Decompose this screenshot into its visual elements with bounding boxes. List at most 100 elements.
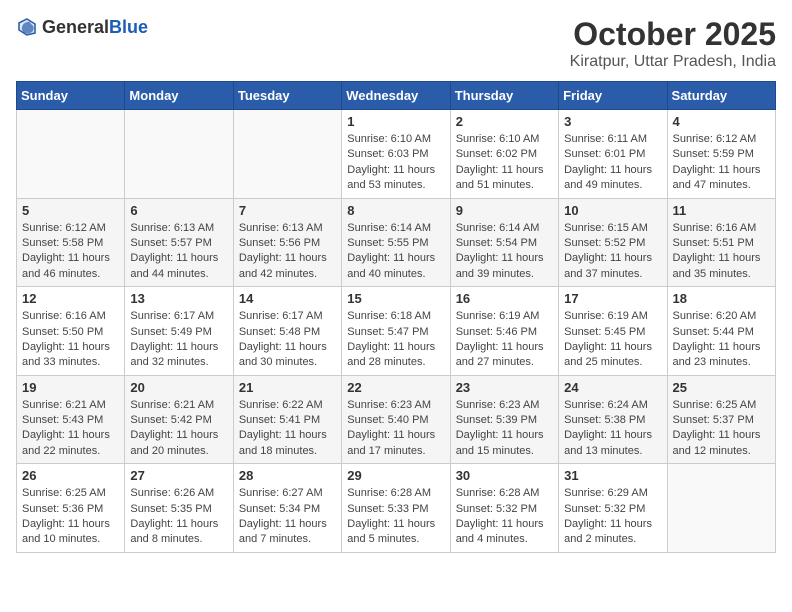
title-area: October 2025 Kiratpur, Uttar Pradesh, In…	[570, 16, 776, 71]
day-number: 1	[347, 114, 444, 129]
calendar-day-cell: 7 Sunrise: 6:13 AMSunset: 5:56 PMDaylight…	[233, 198, 341, 287]
day-info: Sunrise: 6:28 AMSunset: 5:32 PMDaylight:…	[456, 486, 553, 548]
location-title: Kiratpur, Uttar Pradesh, India	[570, 53, 776, 71]
calendar-table: SundayMondayTuesdayWednesdayThursdayFrid…	[16, 81, 776, 553]
calendar-day-cell: 13 Sunrise: 6:17 AMSunset: 5:49 PMDayligh…	[125, 287, 233, 376]
calendar-week-row: 26Sunrise: 6:25 AMSunset: 5:36 PMDayligh…	[17, 464, 776, 553]
calendar-day-cell	[233, 110, 341, 199]
calendar-day-cell: 3Sunrise: 6:11 AMSunset: 6:01 PMDaylight…	[559, 110, 667, 199]
day-number: 4	[673, 114, 770, 129]
calendar-week-row: 5 Sunrise: 6:12 AMSunset: 5:58 PMDaylight…	[17, 198, 776, 287]
calendar-day-cell: 8Sunrise: 6:14 AMSunset: 5:55 PMDaylight…	[342, 198, 450, 287]
calendar-day-cell: 6 Sunrise: 6:13 AMSunset: 5:57 PMDaylight…	[125, 198, 233, 287]
day-number: 20	[130, 380, 227, 395]
day-info: Sunrise: 6:12 AMSunset: 5:58 PMDaylight:…	[22, 221, 119, 283]
weekday-header-cell: Wednesday	[342, 82, 450, 110]
calendar-day-cell: 21 Sunrise: 6:22 AMSunset: 5:41 PMDayligh…	[233, 375, 341, 464]
day-info: Sunrise: 6:10 AMSunset: 6:03 PMDaylight:…	[347, 132, 444, 194]
day-number: 31	[564, 468, 661, 483]
day-number: 13	[130, 291, 227, 306]
calendar-day-cell: 17Sunrise: 6:19 AMSunset: 5:45 PMDayligh…	[559, 287, 667, 376]
calendar-day-cell: 10 Sunrise: 6:15 AMSunset: 5:52 PMDayligh…	[559, 198, 667, 287]
day-number: 3	[564, 114, 661, 129]
day-info: Sunrise: 6:13 AMSunset: 5:57 PMDaylight:…	[130, 221, 227, 283]
day-info: Sunrise: 6:10 AMSunset: 6:02 PMDaylight:…	[456, 132, 553, 194]
day-info: Sunrise: 6:20 AMSunset: 5:44 PMDaylight:…	[673, 309, 770, 371]
day-info: Sunrise: 6:23 AMSunset: 5:39 PMDaylight:…	[456, 398, 553, 460]
day-info: Sunrise: 6:17 AMSunset: 5:48 PMDaylight:…	[239, 309, 336, 371]
calendar-day-cell: 23 Sunrise: 6:23 AMSunset: 5:39 PMDayligh…	[450, 375, 558, 464]
day-info: Sunrise: 6:17 AMSunset: 5:49 PMDaylight:…	[130, 309, 227, 371]
day-number: 16	[456, 291, 553, 306]
day-info: Sunrise: 6:19 AMSunset: 5:45 PMDaylight:…	[564, 309, 661, 371]
calendar-day-cell: 26Sunrise: 6:25 AMSunset: 5:36 PMDayligh…	[17, 464, 125, 553]
calendar-week-row: 12Sunrise: 6:16 AMSunset: 5:50 PMDayligh…	[17, 287, 776, 376]
calendar-week-row: 19Sunrise: 6:21 AMSunset: 5:43 PMDayligh…	[17, 375, 776, 464]
day-info: Sunrise: 6:21 AMSunset: 5:42 PMDaylight:…	[130, 398, 227, 460]
calendar-day-cell: 11 Sunrise: 6:16 AMSunset: 5:51 PMDayligh…	[667, 198, 775, 287]
calendar-day-cell: 12Sunrise: 6:16 AMSunset: 5:50 PMDayligh…	[17, 287, 125, 376]
weekday-header-cell: Saturday	[667, 82, 775, 110]
weekday-header-cell: Thursday	[450, 82, 558, 110]
logo-icon	[16, 16, 38, 38]
day-info: Sunrise: 6:24 AMSunset: 5:38 PMDaylight:…	[564, 398, 661, 460]
day-number: 5	[22, 203, 119, 218]
day-number: 26	[22, 468, 119, 483]
day-info: Sunrise: 6:28 AMSunset: 5:33 PMDaylight:…	[347, 486, 444, 548]
header: GeneralBlue October 2025 Kiratpur, Uttar…	[16, 16, 776, 71]
day-number: 23	[456, 380, 553, 395]
calendar-day-cell: 15Sunrise: 6:18 AMSunset: 5:47 PMDayligh…	[342, 287, 450, 376]
day-info: Sunrise: 6:21 AMSunset: 5:43 PMDaylight:…	[22, 398, 119, 460]
calendar-day-cell	[125, 110, 233, 199]
calendar-day-cell	[17, 110, 125, 199]
calendar-day-cell: 29Sunrise: 6:28 AMSunset: 5:33 PMDayligh…	[342, 464, 450, 553]
day-number: 21	[239, 380, 336, 395]
calendar-day-cell: 14 Sunrise: 6:17 AMSunset: 5:48 PMDayligh…	[233, 287, 341, 376]
day-info: Sunrise: 6:22 AMSunset: 5:41 PMDaylight:…	[239, 398, 336, 460]
calendar-day-cell: 31 Sunrise: 6:29 AMSunset: 5:32 PMDayligh…	[559, 464, 667, 553]
day-number: 10	[564, 203, 661, 218]
calendar-day-cell: 24 Sunrise: 6:24 AMSunset: 5:38 PMDayligh…	[559, 375, 667, 464]
calendar-day-cell: 18 Sunrise: 6:20 AMSunset: 5:44 PMDayligh…	[667, 287, 775, 376]
day-info: Sunrise: 6:27 AMSunset: 5:34 PMDaylight:…	[239, 486, 336, 548]
calendar-day-cell: 1 Sunrise: 6:10 AMSunset: 6:03 PMDaylight…	[342, 110, 450, 199]
calendar-day-cell: 22 Sunrise: 6:23 AMSunset: 5:40 PMDayligh…	[342, 375, 450, 464]
day-info: Sunrise: 6:23 AMSunset: 5:40 PMDaylight:…	[347, 398, 444, 460]
day-info: Sunrise: 6:12 AMSunset: 5:59 PMDaylight:…	[673, 132, 770, 194]
day-number: 24	[564, 380, 661, 395]
day-info: Sunrise: 6:19 AMSunset: 5:46 PMDaylight:…	[456, 309, 553, 371]
day-number: 15	[347, 291, 444, 306]
logo-text-general: General	[42, 17, 109, 37]
day-info: Sunrise: 6:15 AMSunset: 5:52 PMDaylight:…	[564, 221, 661, 283]
day-number: 14	[239, 291, 336, 306]
day-number: 30	[456, 468, 553, 483]
day-info: Sunrise: 6:25 AMSunset: 5:37 PMDaylight:…	[673, 398, 770, 460]
day-info: Sunrise: 6:26 AMSunset: 5:35 PMDaylight:…	[130, 486, 227, 548]
calendar-day-cell: 25 Sunrise: 6:25 AMSunset: 5:37 PMDayligh…	[667, 375, 775, 464]
calendar-day-cell: 2 Sunrise: 6:10 AMSunset: 6:02 PMDaylight…	[450, 110, 558, 199]
weekday-header-cell: Tuesday	[233, 82, 341, 110]
calendar-day-cell	[667, 464, 775, 553]
day-info: Sunrise: 6:16 AMSunset: 5:51 PMDaylight:…	[673, 221, 770, 283]
day-number: 7	[239, 203, 336, 218]
day-number: 8	[347, 203, 444, 218]
day-number: 22	[347, 380, 444, 395]
calendar-week-row: 1 Sunrise: 6:10 AMSunset: 6:03 PMDaylight…	[17, 110, 776, 199]
calendar-day-cell: 30 Sunrise: 6:28 AMSunset: 5:32 PMDayligh…	[450, 464, 558, 553]
day-number: 12	[22, 291, 119, 306]
day-number: 11	[673, 203, 770, 218]
calendar-day-cell: 28 Sunrise: 6:27 AMSunset: 5:34 PMDayligh…	[233, 464, 341, 553]
weekday-header-row: SundayMondayTuesdayWednesdayThursdayFrid…	[17, 82, 776, 110]
calendar-day-cell: 16 Sunrise: 6:19 AMSunset: 5:46 PMDayligh…	[450, 287, 558, 376]
day-number: 2	[456, 114, 553, 129]
calendar-day-cell: 9Sunrise: 6:14 AMSunset: 5:54 PMDaylight…	[450, 198, 558, 287]
day-info: Sunrise: 6:13 AMSunset: 5:56 PMDaylight:…	[239, 221, 336, 283]
day-number: 28	[239, 468, 336, 483]
day-number: 6	[130, 203, 227, 218]
day-number: 18	[673, 291, 770, 306]
calendar-body: 1 Sunrise: 6:10 AMSunset: 6:03 PMDaylight…	[17, 110, 776, 553]
day-info: Sunrise: 6:29 AMSunset: 5:32 PMDaylight:…	[564, 486, 661, 548]
day-number: 25	[673, 380, 770, 395]
weekday-header-cell: Friday	[559, 82, 667, 110]
weekday-header-cell: Sunday	[17, 82, 125, 110]
